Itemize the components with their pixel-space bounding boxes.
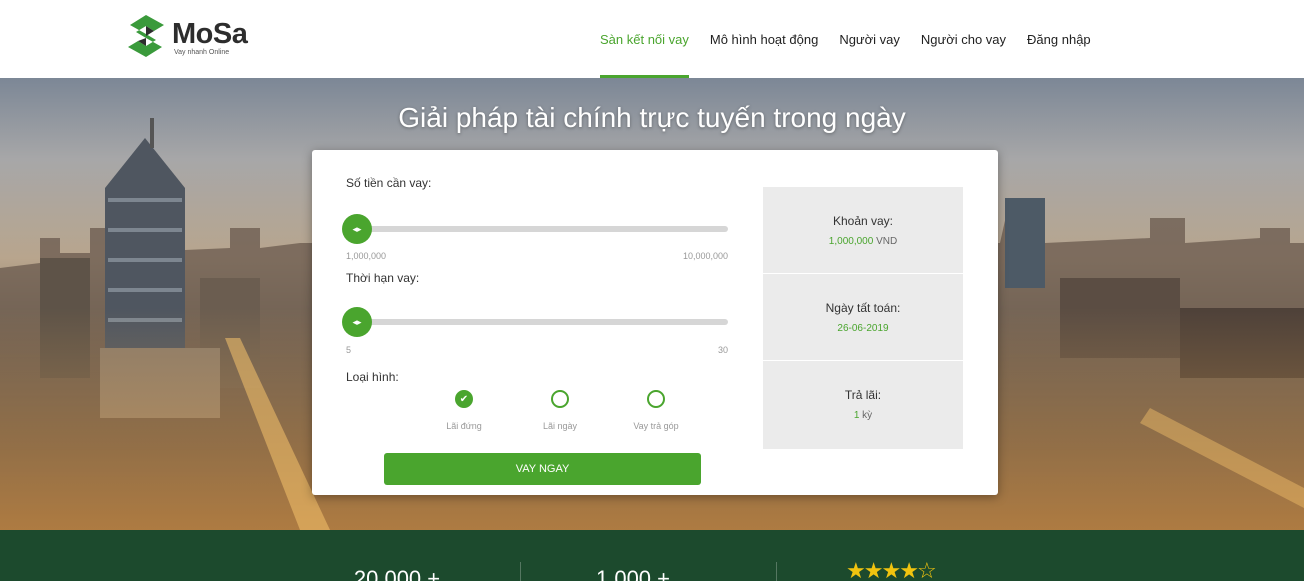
summary-interest-periods: Trả lãi: 1 kỳ <box>763 361 963 448</box>
loan-amount-value: 1,000,000 <box>828 235 874 247</box>
summary-label: Trả lãi: <box>844 388 882 402</box>
star-filled-icon: ★ <box>846 558 866 581</box>
amount-slider-thumb[interactable]: ◂▸ <box>342 214 372 244</box>
interest-periods-value: 1 <box>853 410 860 421</box>
star-filled-icon: ★ <box>899 558 919 581</box>
nav-item-lender[interactable]: Người cho vay <box>921 0 1006 78</box>
settlement-date-value: 26-06-2019 <box>837 322 889 334</box>
brand-name: MoSa <box>172 18 248 50</box>
star-filled-icon: ★ <box>863 558 884 581</box>
brand-tagline: Vay nhanh Online <box>174 49 230 56</box>
loan-type-radio-group: ✔ Lãi đứng Lãi ngày Vay trả góp <box>416 390 704 431</box>
period-unit: kỳ <box>862 410 873 421</box>
star-filled-icon: ★ <box>881 558 901 581</box>
term-slider-thumb[interactable]: ◂▸ <box>342 307 372 337</box>
rating-stars: ★★★★☆ <box>846 558 937 581</box>
radio-fixed-interest[interactable]: ✔ Lãi đứng <box>416 390 512 431</box>
summary-value: 1 kỳ <box>854 410 872 421</box>
loan-calculator-card: Số tiền cần vay: ◂▸ 1,000,000 10,000,000… <box>312 150 998 495</box>
term-slider-track[interactable] <box>346 319 728 325</box>
amount-slider-track[interactable] <box>346 226 728 232</box>
radio-unchecked-icon <box>551 390 569 408</box>
loan-summary-panel: Khoản vay: 1,000,000 VND Ngày tất toán: … <box>763 187 963 449</box>
amount-label: Số tiền cần vay: <box>346 176 432 190</box>
amount-max-label: 10,000,000 <box>682 251 728 261</box>
hero-title: Giải pháp tài chính trực tuyến trong ngà… <box>398 102 906 133</box>
main-nav: Sàn kết nối vay Mô hình hoạt động Người … <box>600 0 1112 78</box>
stat-divider <box>776 562 777 581</box>
summary-loan-amount: Khoản vay: 1,000,000 VND <box>763 187 963 274</box>
nav-item-how-it-works[interactable]: Mô hình hoạt động <box>710 0 818 78</box>
nav-item-login[interactable]: Đăng nhập <box>1027 0 1091 78</box>
radio-unchecked-icon <box>647 390 665 408</box>
stat-value: 1.000 + <box>595 566 670 581</box>
radio-daily-interest[interactable]: Lãi ngày <box>512 390 608 431</box>
stat-value: 20.000 + <box>353 566 441 581</box>
amount-min-label: 1,000,000 <box>346 251 387 261</box>
radio-label: Lãi ngày <box>542 421 578 431</box>
logo[interactable]: MoSa Vay nhanh Online <box>124 13 284 65</box>
borrow-now-button[interactable]: VAY NGAY <box>384 453 701 485</box>
term-label: Thời hạn vay: <box>346 271 420 285</box>
currency-unit: VND <box>876 235 898 247</box>
stats-bar: 20.000 + 1.000 + ★★★★☆ <box>0 530 1304 581</box>
summary-label: Ngày tất toán: <box>825 300 901 315</box>
site-header: MoSa Vay nhanh Online Sàn kết nối vay Mô… <box>0 0 1304 78</box>
logo-icon <box>128 15 164 57</box>
term-min-label: 5 <box>346 345 352 355</box>
term-max-label: 30 <box>717 345 728 355</box>
summary-settlement-date: Ngày tất toán: 26-06-2019 <box>763 274 963 361</box>
radio-installment[interactable]: Vay trả góp <box>608 390 704 431</box>
stat-borrowers: 20.000 + <box>272 530 522 581</box>
nav-item-borrower[interactable]: Người vay <box>839 0 900 78</box>
summary-label: Khoản vay: <box>832 213 894 228</box>
stat-lenders: 1.000 + <box>508 530 758 581</box>
radio-label: Lãi đứng <box>446 421 482 431</box>
type-label: Loại hình: <box>346 370 399 384</box>
nav-item-marketplace[interactable]: Sàn kết nối vay <box>600 0 689 78</box>
radio-label: Vay trả góp <box>633 421 679 431</box>
summary-value: 1,000,000 VND <box>829 236 897 247</box>
radio-checked-icon: ✔ <box>455 390 473 408</box>
star-empty-icon: ☆ <box>916 558 937 581</box>
